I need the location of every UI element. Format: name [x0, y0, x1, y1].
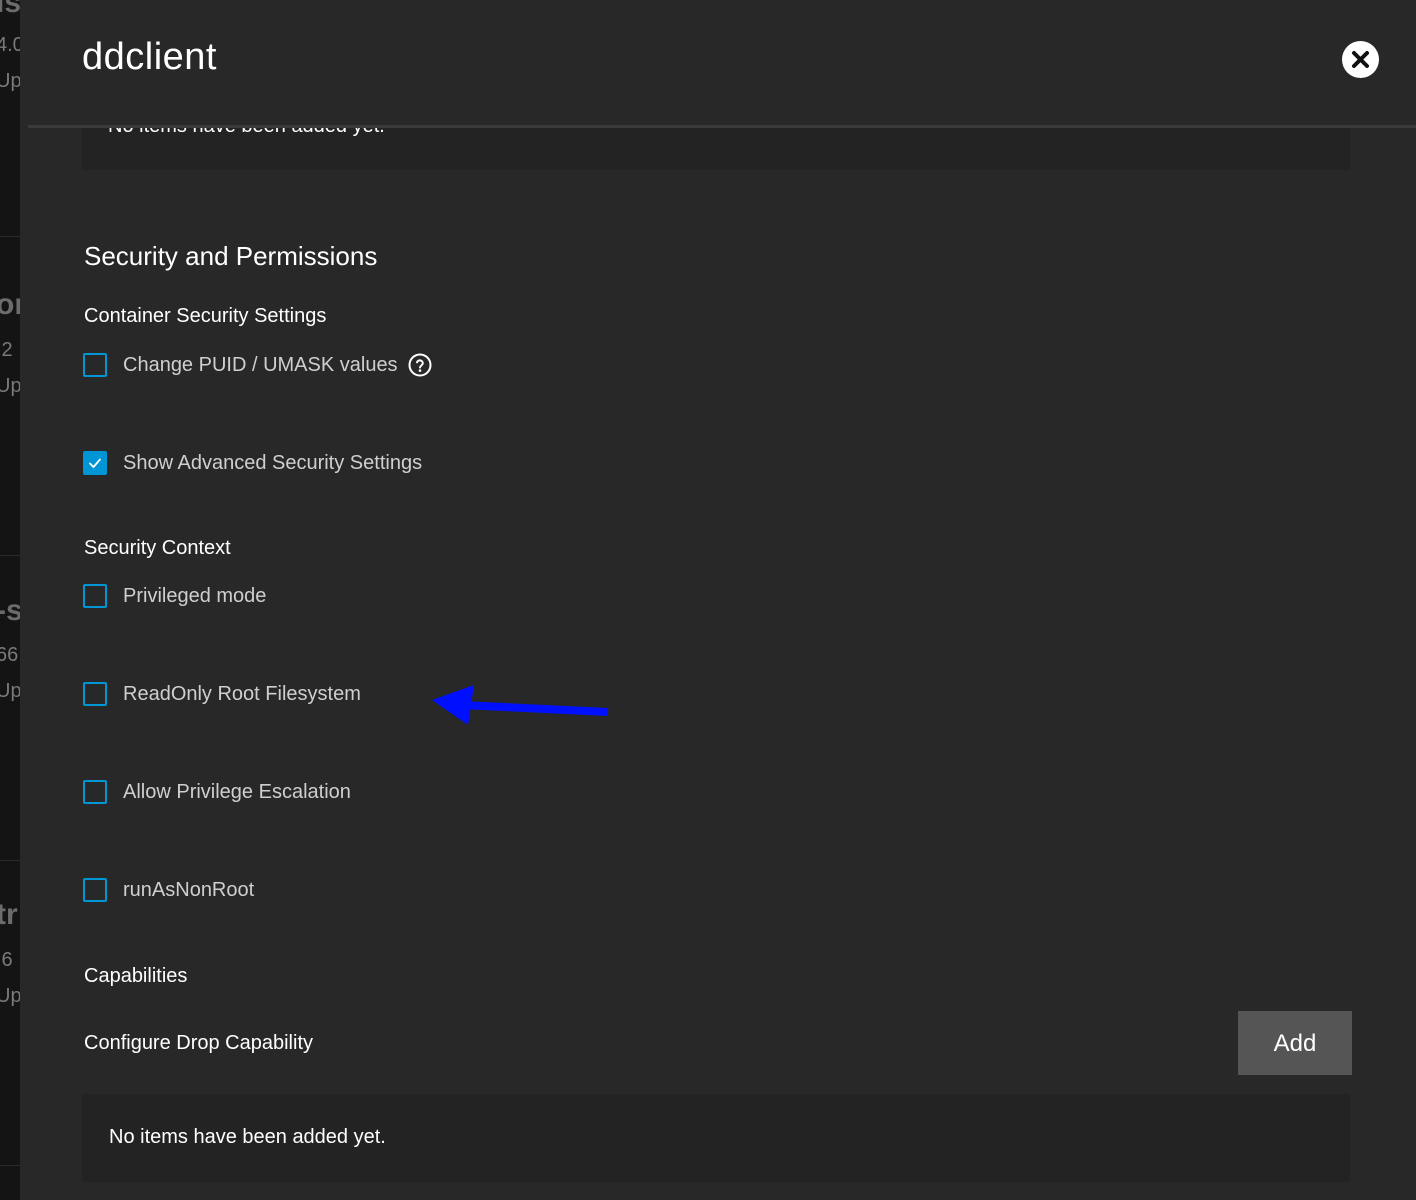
drop-capability-list-panel: No items have been added yet. — [82, 1094, 1350, 1182]
show-advanced-security-checkbox-row[interactable]: Show Advanced Security Settings — [83, 448, 422, 478]
allow-privilege-escalation-label: Allow Privilege Escalation — [123, 780, 351, 803]
backdrop-divider — [0, 236, 20, 237]
help-circle-icon[interactable] — [408, 353, 432, 377]
dialog-title: ddclient — [82, 36, 217, 78]
backdrop-divider — [0, 860, 20, 861]
change-puid-checkbox-row[interactable]: Change PUID / UMASK values — [83, 350, 432, 380]
capabilities-label: Capabilities — [84, 965, 188, 987]
backdrop-text: Up — [0, 985, 20, 1007]
app-config-dialog: No items have been added yet. Security a… — [20, 0, 1416, 1200]
run-as-non-root-checkbox[interactable] — [83, 878, 107, 902]
privileged-mode-checkbox[interactable] — [83, 584, 107, 608]
add-drop-capability-button[interactable]: Add — [1238, 1011, 1352, 1075]
allow-privilege-escalation-checkbox[interactable] — [83, 780, 107, 804]
readonly-root-fs-label: ReadOnly Root Filesystem — [123, 682, 361, 705]
backdrop-divider — [0, 555, 20, 556]
security-context-label: Security Context — [84, 537, 231, 559]
privileged-mode-label: Privileged mode — [123, 584, 267, 607]
header-divider — [28, 125, 1416, 128]
close-icon — [1352, 51, 1369, 68]
page-backdrop: ls 4.0 Up or .2 Up -s 66 Up tr .6 Up — [0, 0, 20, 1200]
dialog-header: ddclient — [20, 0, 1416, 126]
section-title-security: Security and Permissions — [84, 241, 378, 271]
backdrop-text: Up — [0, 680, 20, 702]
readonly-root-fs-checkbox[interactable] — [83, 682, 107, 706]
configure-drop-capability-label: Configure Drop Capability — [84, 1032, 314, 1054]
show-advanced-security-label: Show Advanced Security Settings — [123, 451, 423, 474]
backdrop-text: .2 — [0, 339, 13, 361]
checkmark-icon — [89, 458, 101, 468]
backdrop-text: Up — [0, 375, 20, 397]
show-advanced-security-checkbox[interactable] — [83, 451, 107, 475]
backdrop-text: 4.0 — [0, 34, 20, 56]
backdrop-text: or — [0, 288, 20, 321]
change-puid-label: Change PUID / UMASK values — [123, 353, 398, 376]
backdrop-text: tr — [0, 898, 18, 931]
backdrop-divider — [0, 1165, 20, 1166]
container-security-settings-label: Container Security Settings — [84, 305, 327, 327]
backdrop-text: -s — [0, 594, 20, 627]
annotation-arrow-icon — [432, 685, 609, 725]
change-puid-checkbox[interactable] — [83, 353, 107, 377]
backdrop-text: .6 — [0, 949, 13, 971]
readonly-root-fs-checkbox-row[interactable]: ReadOnly Root Filesystem — [83, 679, 361, 709]
backdrop-text: ls — [0, 0, 20, 19]
empty-list-message: No items have been added yet. — [109, 1126, 386, 1148]
close-button[interactable] — [1342, 41, 1379, 78]
backdrop-text: Up — [0, 70, 20, 92]
allow-privilege-escalation-checkbox-row[interactable]: Allow Privilege Escalation — [83, 777, 351, 807]
run-as-non-root-label: runAsNonRoot — [123, 878, 255, 901]
backdrop-text: 66 — [0, 644, 19, 666]
privileged-mode-checkbox-row[interactable]: Privileged mode — [83, 581, 266, 611]
run-as-non-root-checkbox-row[interactable]: runAsNonRoot — [83, 875, 254, 905]
